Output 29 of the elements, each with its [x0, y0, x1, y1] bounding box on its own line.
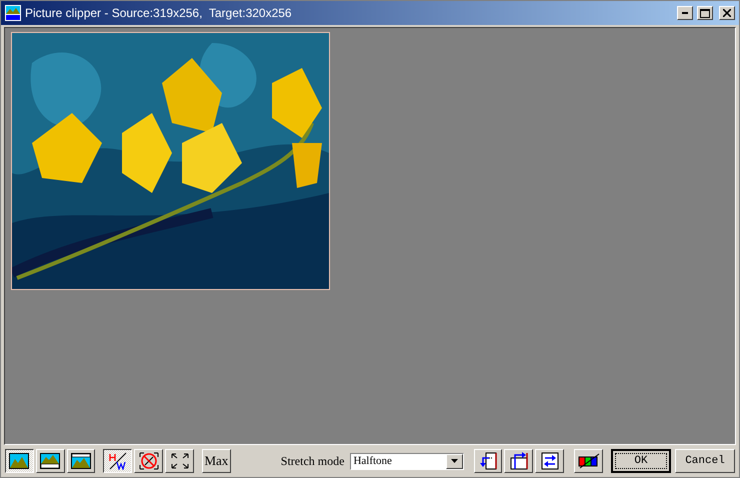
minimize-icon: [682, 12, 688, 14]
tool-button[interactable]: [574, 449, 603, 473]
maximize-icon: [700, 8, 710, 18]
page-arrow-icon: [479, 452, 498, 470]
tool-button[interactable]: [474, 449, 502, 473]
no-resize-icon: [138, 452, 159, 470]
maximize-button[interactable]: [697, 6, 713, 20]
landscape-icon: [9, 453, 30, 469]
app-icon: [5, 5, 21, 21]
minimize-button[interactable]: [677, 6, 693, 20]
stretch-mode-dropdown[interactable]: Halftone: [350, 452, 464, 470]
tool-button[interactable]: [504, 449, 534, 473]
max-button[interactable]: Max: [202, 449, 231, 473]
cancel-button[interactable]: Cancel: [675, 449, 735, 473]
layout-button[interactable]: [5, 449, 34, 473]
page-arrow-icon: [510, 452, 528, 470]
close-icon: [723, 9, 731, 17]
stretch-mode-label: Stretch mode: [280, 454, 344, 468]
tool-button[interactable]: [535, 449, 564, 473]
swap-arrows-icon: [540, 452, 559, 470]
landscape-bottom-bar-icon: [40, 453, 60, 469]
window-title: Picture clipper - Source:319x256, Target:320x256: [25, 6, 293, 20]
landscape-top-bar-icon: [71, 453, 92, 469]
mode-button[interactable]: [103, 449, 132, 473]
height-width-icon: [108, 452, 128, 470]
close-button[interactable]: [719, 6, 735, 20]
expand-icon: [170, 453, 189, 469]
ok-button[interactable]: OK: [610, 449, 671, 473]
color-swatch-icon: [578, 453, 600, 469]
